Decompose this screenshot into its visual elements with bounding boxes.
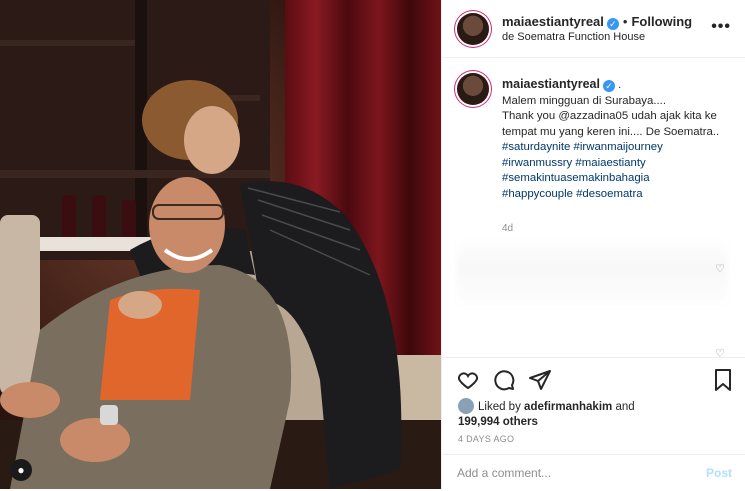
header-user-line: maiaestiantyreal ✓ • Following [502,14,692,30]
post-comment-button[interactable]: Post [706,466,732,480]
post-header: maiaestiantyreal ✓ • Following de Soematra … [442,0,745,58]
caption-text: maiaestiantyreal ✓ . Malem mingguan di Su… [502,77,727,202]
caption-verified-badge-icon: ✓ [602,80,615,92]
post-photo[interactable]: ● [0,0,441,489]
comment-bar: Add a comment... Post [442,454,745,491]
author-username[interactable]: maiaestiantyreal [502,14,604,29]
add-comment-input[interactable]: Add a comment... [457,466,551,480]
author-avatar[interactable] [457,13,489,45]
likes-conj: and [615,401,635,413]
post-date: 4 DAYS AGO [458,434,515,444]
liker-username[interactable]: adefirmanhakim [524,401,612,413]
caption-age: 4d [502,223,514,234]
hashtag-line-3[interactable]: #semakintuasemakinbahagia [502,171,727,187]
post-image [0,0,441,489]
caption-line-2: Thank you @azzadina05 udah ajak kita ke … [502,110,720,138]
instagram-post: ● maiaestiantyreal ✓ • Following de Soematr… [0,0,745,489]
heart-icon[interactable] [456,368,480,392]
likes-others[interactable]: 199,994 others [458,416,538,428]
liker-avatar[interactable] [458,398,474,414]
likes-summary: Liked by adefirmanhakim and 199,994 othe… [458,398,635,430]
hashtag-line-4[interactable]: #happycouple #desoematra [502,187,727,203]
comment-icon[interactable] [492,368,516,392]
verified-badge-icon: ✓ [606,18,619,30]
bookmark-icon[interactable] [711,368,735,392]
likes-prefix: Liked by [478,401,521,413]
caption-username[interactable]: maiaestiantyreal [502,77,600,91]
more-options-icon[interactable]: ••• [711,18,731,36]
comment-like-heart-icon-2[interactable]: ♡ [715,347,725,357]
user-tag-icon[interactable]: ● [10,459,32,481]
blurred-comment [457,237,727,312]
separator-dot: • [622,14,628,29]
action-bar: Liked by adefirmanhakim and 199,994 othe… [442,357,745,490]
caption-line-1: Malem mingguan di Surabaya.... [502,94,666,107]
hashtag-line-1[interactable]: #saturdaynite #irwanmaijourney [502,140,727,156]
location-link[interactable]: de Soematra Function House [502,31,645,43]
caption-author-avatar[interactable] [457,73,489,105]
comment-like-heart-icon[interactable]: ♡ [715,262,725,275]
caption-suffix: . [618,79,622,91]
post-side-panel: maiaestiantyreal ✓ • Following de Soematra … [441,0,745,489]
hashtag-line-2[interactable]: #irwanmussry #maiaestianty [502,156,727,172]
share-icon[interactable] [528,368,552,392]
following-button[interactable]: Following [631,14,692,29]
caption-area: maiaestiantyreal ✓ . Malem mingguan di Su… [442,57,745,357]
